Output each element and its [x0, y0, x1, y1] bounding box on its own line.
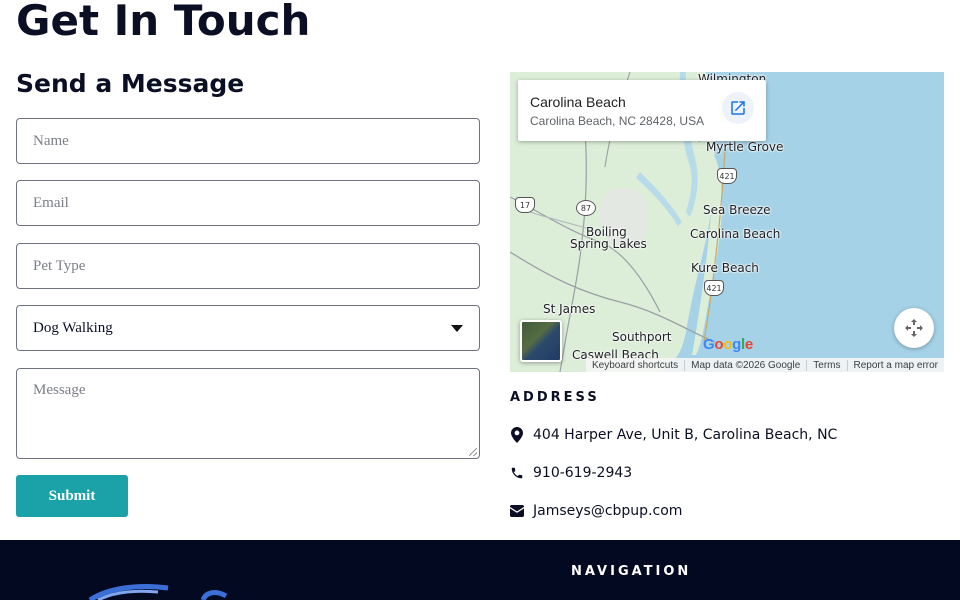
pet-type-input[interactable]: Pet Type [16, 243, 480, 289]
map-label-sea-breeze: Sea Breeze [703, 203, 771, 217]
chevron-down-icon [451, 324, 463, 332]
route-shield-87: 87 [576, 200, 596, 216]
map-place-address: Carolina Beach, NC 28428, USA [530, 114, 705, 128]
route-shield-421-south: 421 [704, 280, 724, 296]
fullscreen-button[interactable] [894, 308, 934, 348]
resize-handle-icon[interactable] [469, 448, 477, 456]
service-select[interactable]: Dog Walking [16, 305, 480, 351]
map-data-text: Map data ©2026 Google [684, 359, 806, 371]
phone-icon [510, 465, 524, 481]
email-text[interactable]: Jamseys@cbpup.com [533, 503, 682, 519]
address-text: 404 Harper Ave, Unit B, Carolina Beach, … [533, 427, 838, 443]
page-title: Get In Touch [16, 0, 311, 45]
open-in-maps-button[interactable] [722, 92, 754, 124]
map-label-carolina-beach: Carolina Beach [690, 227, 781, 241]
message-textarea[interactable]: Message [16, 368, 480, 459]
map-label-southport: Southport [612, 330, 672, 344]
name-placeholder: Name [33, 132, 69, 149]
address-row: 404 Harper Ave, Unit B, Carolina Beach, … [510, 427, 837, 443]
map-label-kure-beach: Kure Beach [691, 261, 759, 275]
message-placeholder: Message [33, 382, 86, 398]
name-input[interactable]: Name [16, 118, 480, 164]
email-placeholder: Email [33, 194, 69, 211]
address-heading: ADDRESS [510, 390, 600, 405]
service-selected-value: Dog Walking [33, 319, 113, 336]
fullscreen-icon [905, 319, 923, 337]
route-shield-421: 421 [717, 168, 737, 184]
map-place-name: Carolina Beach [530, 94, 626, 110]
map-attribution: Keyboard shortcuts Map data ©2026 Google… [585, 358, 944, 372]
email-row[interactable]: Jamseys@cbpup.com [510, 503, 682, 519]
map-label-myrtle-grove: Myrtle Grove [706, 140, 784, 154]
map-embed[interactable]: Wilmington Myrtle Grove Sea Breeze Boili… [510, 72, 944, 372]
terms-link[interactable]: Terms [806, 359, 846, 371]
submit-button[interactable]: Submit [16, 475, 128, 517]
footer-navigation-heading: NAVIGATION [571, 564, 692, 579]
keyboard-shortcuts-link[interactable]: Keyboard shortcuts [586, 360, 684, 371]
route-shield-17: 17 [515, 197, 535, 213]
envelope-icon [510, 503, 524, 519]
pet-type-placeholder: Pet Type [33, 257, 86, 274]
map-place-card: Carolina Beach Carolina Beach, NC 28428,… [518, 80, 766, 141]
map-pin-icon [510, 427, 524, 443]
phone-text[interactable]: 910-619-2943 [533, 465, 632, 481]
form-heading: Send a Message [16, 69, 245, 98]
open-external-icon [731, 101, 745, 115]
email-input[interactable]: Email [16, 180, 480, 226]
google-logo: Google [703, 336, 753, 353]
phone-row[interactable]: 910-619-2943 [510, 465, 632, 481]
report-map-error-link[interactable]: Report a map error [846, 359, 944, 371]
map-label-st-james: St James [543, 302, 596, 316]
satellite-toggle-button[interactable] [520, 320, 562, 362]
map-label-spring-lakes: Spring Lakes [570, 237, 647, 251]
footer-logo[interactable] [88, 584, 238, 600]
site-footer: NAVIGATION [0, 540, 960, 600]
